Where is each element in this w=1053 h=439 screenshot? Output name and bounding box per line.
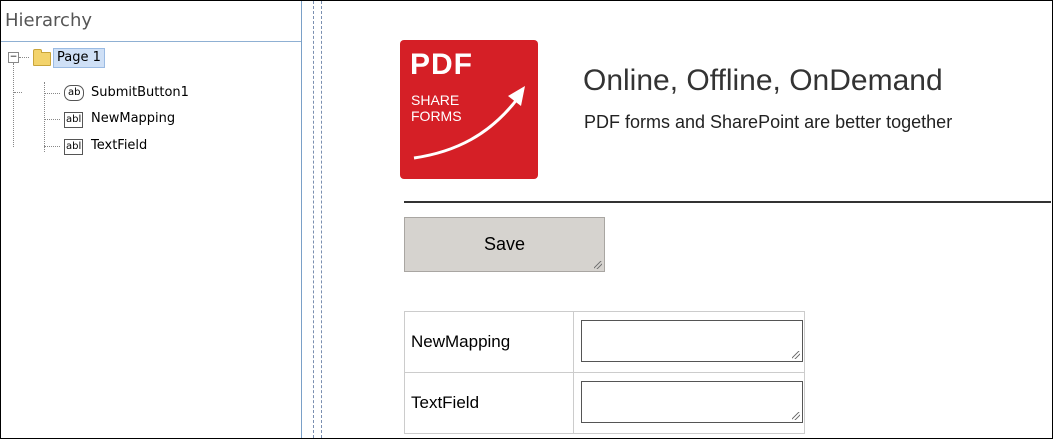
form-row-textfield: TextField bbox=[405, 372, 804, 433]
textfield-control-icon: abl bbox=[64, 112, 84, 128]
save-button[interactable]: Save bbox=[404, 217, 605, 272]
page-headline: Online, Offline, OnDemand bbox=[583, 64, 943, 97]
collapse-icon[interactable]: − bbox=[8, 52, 19, 63]
hierarchy-panel: Hierarchy − Page 1 ab SubmitButton1 abl … bbox=[1, 1, 302, 438]
logo-text-pdf: PDF bbox=[410, 48, 473, 81]
form-table: NewMapping TextField bbox=[404, 311, 805, 434]
field-label: NewMapping bbox=[411, 332, 511, 351]
save-button-label: Save bbox=[483, 234, 526, 254]
logo-text-forms: FORMS bbox=[411, 108, 462, 124]
design-surface-edge bbox=[321, 1, 322, 438]
tree-node-label: TextField bbox=[91, 138, 148, 153]
hierarchy-tree: − Page 1 ab SubmitButton1 abl NewMapping… bbox=[1, 42, 299, 436]
panel-divider[interactable] bbox=[313, 1, 314, 438]
button-control-icon: ab bbox=[64, 85, 85, 101]
page-tagline: PDF forms and SharePoint are better toge… bbox=[584, 112, 953, 132]
folder-icon bbox=[33, 49, 51, 66]
tree-node-label: Page 1 bbox=[57, 50, 101, 65]
logo-text-share: SHARE bbox=[411, 92, 460, 108]
horizontal-rule bbox=[404, 201, 1051, 203]
resize-grip-icon[interactable] bbox=[792, 351, 800, 359]
textfield-input[interactable] bbox=[581, 381, 803, 423]
hierarchy-title: Hierarchy bbox=[1, 1, 301, 42]
field-label: TextField bbox=[411, 393, 480, 412]
tree-node-page-1[interactable]: Page 1 bbox=[53, 48, 105, 68]
tree-node-label: NewMapping bbox=[91, 111, 176, 126]
resize-grip-icon[interactable] bbox=[594, 261, 602, 269]
pdfshareforms-logo: PDF SHARE FORMS bbox=[400, 40, 538, 179]
newmapping-input[interactable] bbox=[581, 320, 803, 362]
form-row-newmapping: NewMapping bbox=[405, 312, 804, 372]
tree-node-label: SubmitButton1 bbox=[91, 85, 189, 100]
textfield-control-icon: abl bbox=[64, 139, 84, 155]
resize-grip-icon[interactable] bbox=[792, 412, 800, 420]
